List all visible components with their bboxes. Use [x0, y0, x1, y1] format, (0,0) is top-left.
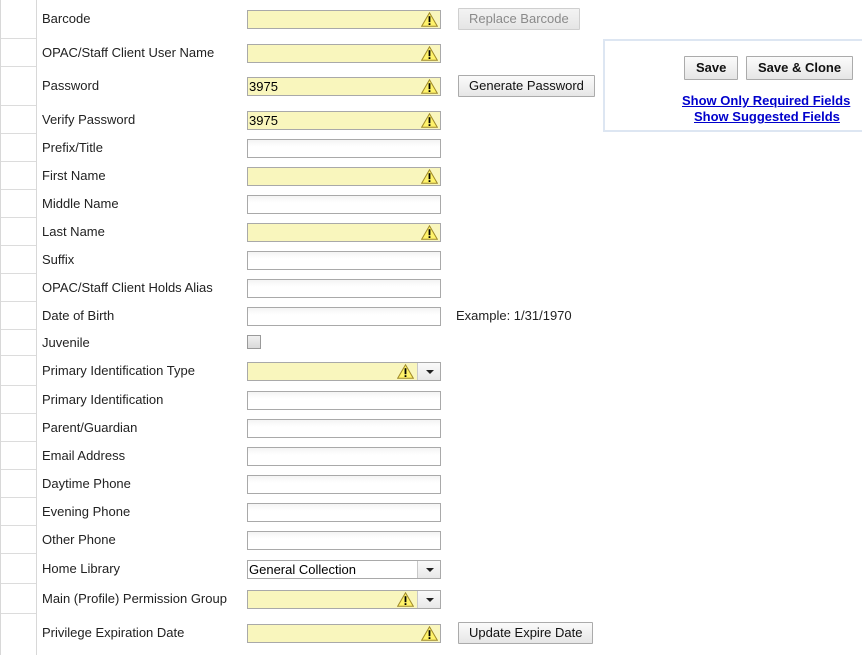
warning-icon — [421, 12, 438, 27]
verify-password-value: 3975 — [249, 113, 278, 128]
verify-password-label: Verify Password — [42, 112, 136, 127]
action-panel: Save Save & Clone Show Only Required Fie… — [603, 39, 862, 132]
warning-icon — [421, 113, 438, 128]
last-name-label: Last Name — [42, 224, 105, 239]
verify-password-input[interactable]: 3975 — [247, 111, 441, 130]
row-evening-phone: Evening Phone — [0, 498, 600, 526]
row-other-phone: Other Phone — [0, 526, 600, 554]
date-of-birth-label: Date of Birth — [42, 308, 115, 323]
row-last-name: Last Name — [0, 218, 600, 246]
evening-phone-input[interactable] — [247, 503, 441, 522]
row-username: OPAC/Staff Client User Name — [0, 39, 600, 67]
password-value: 3975 — [249, 79, 278, 94]
warning-icon — [421, 626, 438, 641]
generate-password-button[interactable]: Generate Password — [458, 75, 595, 97]
email-input[interactable] — [247, 447, 441, 466]
daytime-phone-input[interactable] — [247, 475, 441, 494]
daytime-phone-label: Daytime Phone — [42, 476, 131, 491]
privilege-expiration-label: Privilege Expiration Date — [42, 625, 185, 640]
warning-icon — [421, 169, 438, 184]
juvenile-checkbox[interactable] — [247, 335, 261, 349]
row-middle-name: Middle Name — [0, 190, 600, 218]
primary-id-label: Primary Identification — [42, 392, 164, 407]
row-primary-id: Primary Identification — [0, 386, 600, 414]
username-label: OPAC/Staff Client User Name — [42, 45, 215, 60]
row-divider — [1, 583, 36, 584]
row-barcode: Barcode Replace Barcode — [0, 5, 600, 33]
home-library-select[interactable]: General Collection — [247, 560, 441, 579]
warning-icon — [421, 46, 438, 61]
evening-phone-label: Evening Phone — [42, 504, 131, 519]
holds-alias-label: OPAC/Staff Client Holds Alias — [42, 280, 213, 295]
row-daytime-phone: Daytime Phone — [0, 470, 600, 498]
other-phone-input[interactable] — [247, 531, 441, 550]
row-home-library: Home Library General Collection — [0, 555, 600, 583]
row-date-of-birth: Date of Birth Example: 1/31/1970 — [0, 302, 600, 330]
row-holds-alias: OPAC/Staff Client Holds Alias — [0, 274, 600, 302]
last-name-input[interactable] — [247, 223, 441, 242]
permission-group-label: Main (Profile) Permission Group — [42, 591, 227, 606]
row-privilege-expiration: Privilege Expiration Date Update Expire … — [0, 619, 600, 647]
barcode-label: Barcode — [42, 11, 91, 26]
date-of-birth-input[interactable] — [247, 307, 441, 326]
row-password: Password 3975 Generate Password — [0, 72, 600, 100]
chevron-down-icon[interactable] — [417, 591, 440, 608]
replace-barcode-button[interactable]: Replace Barcode — [458, 8, 580, 30]
row-juvenile: Juvenile — [0, 329, 600, 357]
warning-icon — [421, 225, 438, 240]
parent-guardian-input[interactable] — [247, 419, 441, 438]
privilege-expiration-input[interactable] — [247, 624, 441, 643]
primary-id-type-select[interactable] — [247, 362, 441, 381]
row-divider — [1, 613, 36, 614]
other-phone-label: Other Phone — [42, 532, 116, 547]
password-input[interactable]: 3975 — [247, 77, 441, 96]
password-label: Password — [42, 78, 100, 93]
warning-icon — [397, 592, 414, 607]
save-clone-button[interactable]: Save & Clone — [746, 56, 854, 80]
prefix-label: Prefix/Title — [42, 140, 103, 155]
juvenile-label: Juvenile — [42, 335, 90, 350]
show-suggested-fields-link[interactable]: Show Suggested Fields — [694, 109, 840, 124]
first-name-label: First Name — [42, 168, 106, 183]
row-verify-password: Verify Password 3975 — [0, 106, 600, 134]
row-email: Email Address — [0, 442, 600, 470]
primary-id-type-label: Primary Identification Type — [42, 363, 195, 378]
update-expire-date-button[interactable]: Update Expire Date — [458, 622, 594, 644]
suffix-input[interactable] — [247, 251, 441, 270]
show-required-fields-link[interactable]: Show Only Required Fields — [682, 93, 850, 108]
middle-name-input[interactable] — [247, 195, 441, 214]
suffix-label: Suffix — [42, 252, 75, 267]
primary-id-input[interactable] — [247, 391, 441, 410]
row-suffix: Suffix — [0, 246, 600, 274]
email-label: Email Address — [42, 448, 126, 463]
parent-guardian-label: Parent/Guardian — [42, 420, 138, 435]
first-name-input[interactable] — [247, 167, 441, 186]
prefix-input[interactable] — [247, 139, 441, 158]
home-library-value: General Collection — [249, 562, 356, 577]
barcode-input[interactable] — [247, 10, 441, 29]
row-first-name: First Name — [0, 162, 600, 190]
chevron-down-icon[interactable] — [417, 363, 440, 380]
chevron-down-icon[interactable] — [417, 561, 440, 578]
middle-name-label: Middle Name — [42, 196, 119, 211]
holds-alias-input[interactable] — [247, 279, 441, 298]
row-primary-id-type: Primary Identification Type — [0, 357, 600, 385]
home-library-label: Home Library — [42, 561, 121, 576]
permission-group-select[interactable] — [247, 590, 441, 609]
username-input[interactable] — [247, 44, 441, 63]
row-permission-group: Main (Profile) Permission Group — [0, 585, 600, 613]
row-parent-guardian: Parent/Guardian — [0, 414, 600, 442]
warning-icon — [421, 79, 438, 94]
date-of-birth-hint: Example: 1/31/1970 — [456, 308, 572, 323]
warning-icon — [397, 364, 414, 379]
save-button[interactable]: Save — [684, 56, 739, 80]
row-prefix: Prefix/Title — [0, 134, 600, 162]
